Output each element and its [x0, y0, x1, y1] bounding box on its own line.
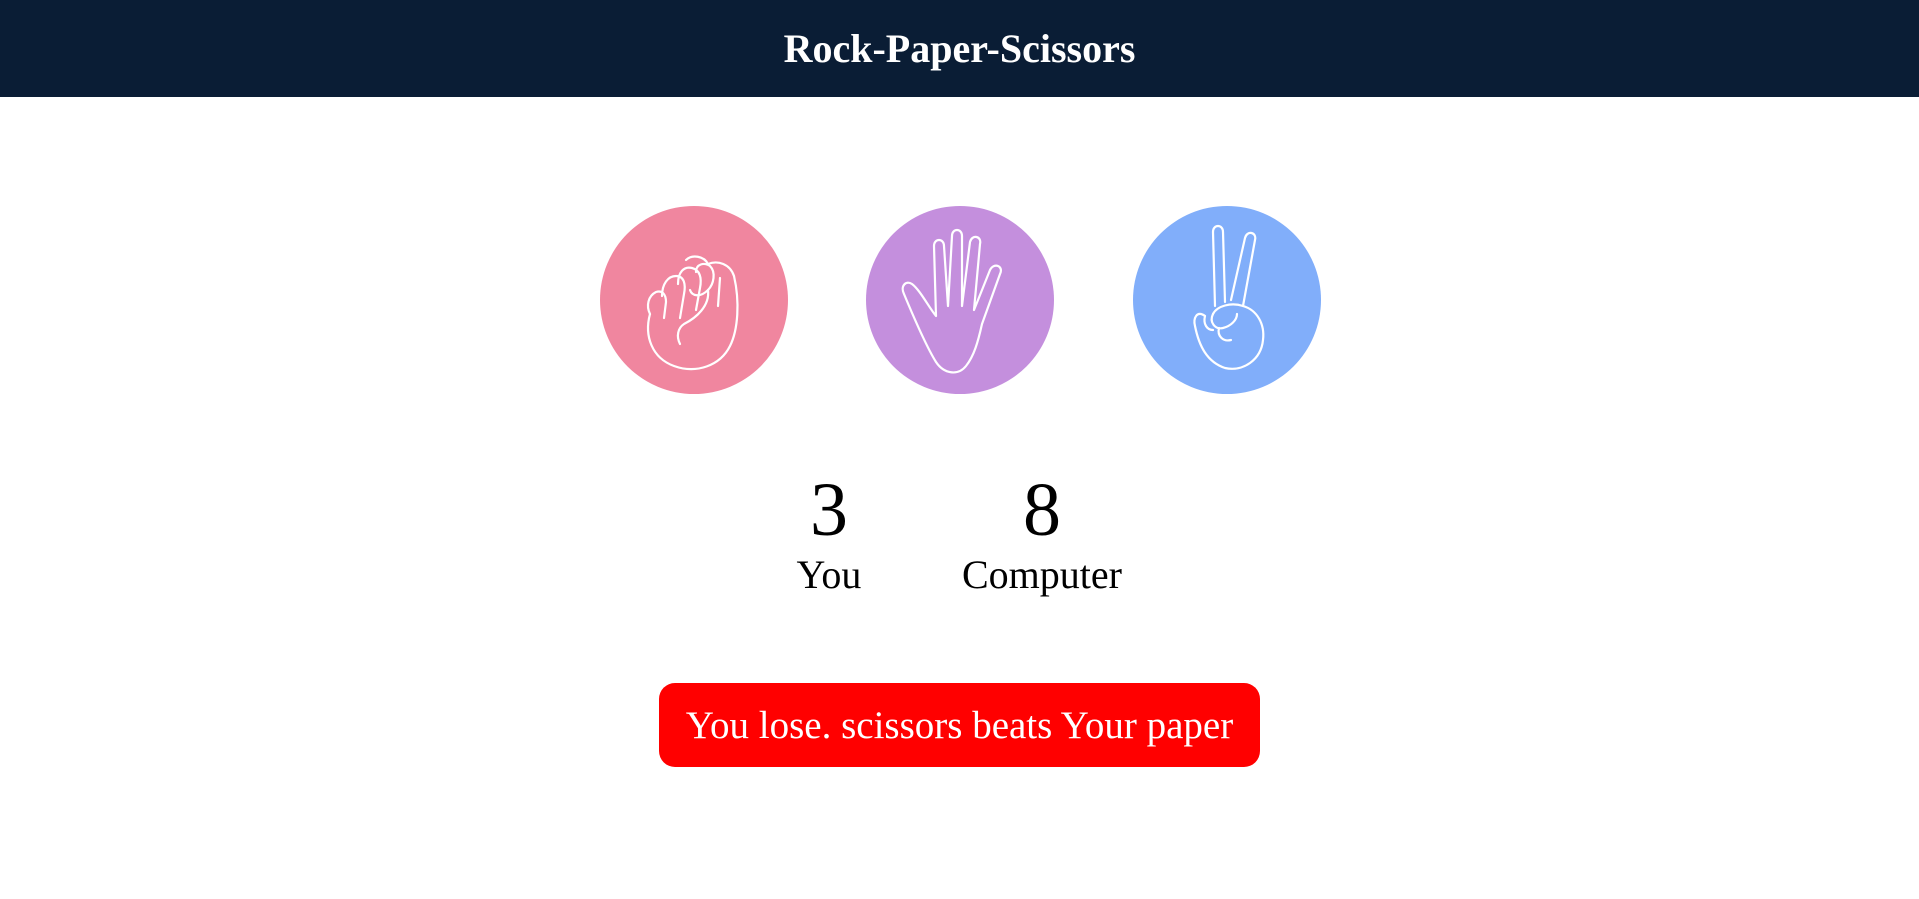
page-title: Rock-Paper-Scissors: [783, 26, 1136, 71]
computer-score-label: Computer: [962, 552, 1122, 597]
player-score-value: 3: [810, 468, 848, 552]
app-header: Rock-Paper-Scissors: [0, 0, 1919, 97]
paper-button[interactable]: [866, 206, 1054, 394]
computer-score: 8 Computer: [942, 468, 1142, 598]
peace-sign-icon: [1133, 206, 1321, 394]
open-hand-icon: [866, 206, 1054, 394]
rock-button[interactable]: [600, 206, 788, 394]
scissors-button[interactable]: [1133, 206, 1321, 394]
fist-icon: [600, 206, 788, 394]
player-score-label: You: [796, 552, 862, 597]
player-score: 3 You: [779, 468, 879, 598]
result-message: You lose. scissors beats Your paper: [659, 683, 1260, 767]
computer-score-value: 8: [1023, 468, 1061, 552]
